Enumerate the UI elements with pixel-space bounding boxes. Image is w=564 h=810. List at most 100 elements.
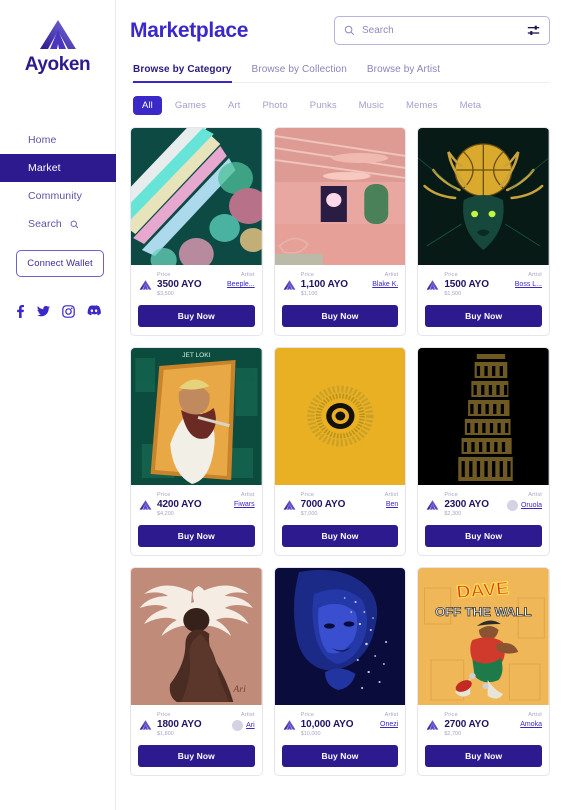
nft-card[interactable]: DAVE OFF THE WALL Price 2700 AYO $2,700 … [417,567,550,776]
buy-now-button[interactable]: Buy Now [281,745,399,767]
pill-music[interactable]: Music [350,96,393,115]
facebook-icon[interactable] [16,305,25,318]
nft-artwork[interactable] [274,568,406,705]
nft-artwork[interactable]: Ari [131,568,262,705]
nft-meta-row: Price 2300 AYO $2,300 Artist Oruola [425,492,542,518]
artist-link[interactable]: Amoka [520,720,542,729]
nft-artwork[interactable] [418,348,549,485]
nft-card[interactable]: Ari Price 1800 AYO $1,800 Artist Ari Buy… [130,567,263,776]
artist-label: Artist [384,272,399,278]
ayoken-price-logo-icon [426,500,439,510]
nft-card[interactable]: JET LOKI Price 4200 AYO $4,200 Artist Fi [130,347,263,556]
price-usd-value: $1,100 [300,291,318,297]
pill-punks[interactable]: Punks [301,96,346,115]
connect-wallet-button[interactable]: Connect Wallet [16,250,104,277]
filter-sliders-icon[interactable] [527,25,540,36]
pill-art[interactable]: Art [219,96,249,115]
sidebar-item-home[interactable]: Home [0,126,115,154]
buy-now-button[interactable]: Buy Now [138,745,255,767]
artist-link[interactable]: Beeple... [227,280,255,289]
buy-now-button[interactable]: Buy Now [281,305,399,327]
nft-grid: Price 3500 AYO $3,500 Artist Beeple... B… [130,127,550,776]
artist-row: Blake K. [372,280,398,289]
buy-now-button[interactable]: Buy Now [425,525,542,547]
nft-card[interactable]: Price 2300 AYO $2,300 Artist Oruola Buy … [417,347,550,556]
price-usd-value: $10,000 [300,731,321,737]
price-label: Price [300,272,315,278]
artist-row: Onezi [380,720,398,729]
artist-link[interactable]: Ari [246,721,255,730]
buy-now-button[interactable]: Buy Now [281,525,399,547]
nft-card[interactable]: Price 7000 AYO $7,000 Artist Ben Buy Now [273,347,407,556]
price-value: 2300 AYO [444,499,489,510]
buy-now-button[interactable]: Buy Now [425,745,542,767]
artist-label: Artist [240,272,255,278]
artist-label: Artist [528,492,542,498]
nft-artwork[interactable]: DAVE OFF THE WALL [418,568,549,705]
price-label: Price [444,272,458,278]
pill-games[interactable]: Games [166,96,215,115]
nft-meta-row: Price 2700 AYO $2,700 Artist Amoka [425,712,542,738]
price-value: 1500 AYO [444,279,489,290]
pill-photo[interactable]: Photo [253,96,296,115]
social-links [0,305,115,318]
app-root: Ayoken Home Market Community Search Conn… [0,0,564,810]
pill-all[interactable]: All [133,96,162,115]
nft-card[interactable]: Price 10,000 AYO $10,000 Artist Onezi Bu… [273,567,407,776]
search-icon [344,25,355,36]
search-input[interactable] [362,25,520,36]
artist-link[interactable]: Ben [386,500,398,509]
tab-browse-by-category[interactable]: Browse by Category [133,64,232,83]
svg-text:JET LOKI: JET LOKI [182,352,210,359]
nft-price-block: Price 10,000 AYO $10,000 [282,712,354,738]
nft-card-body: Price 4200 AYO $4,200 Artist Fiwars Buy … [131,485,262,555]
buy-now-button[interactable]: Buy Now [138,305,255,327]
artist-link[interactable]: Boss L... [515,280,542,289]
buy-now-button[interactable]: Buy Now [138,525,255,547]
artist-label: Artist [528,272,542,278]
nft-artwork[interactable] [274,348,406,485]
brand[interactable]: Ayoken [0,14,115,76]
sidebar-item-search[interactable]: Search [0,210,115,238]
search-icon [70,220,79,228]
discord-icon[interactable] [87,305,101,318]
sidebar-item-community[interactable]: Community [0,182,115,210]
sidebar-nav: Home Market Community Search [0,126,116,238]
pill-meta[interactable]: Meta [451,96,491,115]
nft-card-body: Price 3500 AYO $3,500 Artist Beeple... B… [131,265,262,335]
category-pills: All Games Art Photo Punks Music Memes Me… [130,96,550,115]
sidebar-item-market[interactable]: Market [0,154,116,182]
nft-price-block: Price 2300 AYO $2,300 [425,492,489,518]
twitter-icon[interactable] [37,305,50,318]
artist-link[interactable]: Fiwars [234,500,255,509]
nft-price-block: Price 3500 AYO $3,500 [138,272,202,298]
nft-artwork[interactable] [131,128,262,265]
pill-memes[interactable]: Memes [397,96,447,115]
nft-artist-block: Artist Beeple... [227,272,255,289]
buy-now-button[interactable]: Buy Now [425,305,542,327]
svg-text:Ari: Ari [232,685,246,695]
artist-row: Fiwars [234,500,255,509]
price-usd-value: $7,000 [300,511,318,517]
nft-meta-row: Price 3500 AYO $3,500 Artist Beeple... [138,272,255,298]
nft-card-body: Price 1,100 AYO $1,100 Artist Blake K. B… [275,265,406,335]
nft-artwork[interactable] [418,128,549,265]
price-value: 4200 AYO [157,499,202,510]
nft-card[interactable]: Price 1,100 AYO $1,100 Artist Blake K. B… [273,127,407,336]
nft-card-body: Price 10,000 AYO $10,000 Artist Onezi Bu… [275,705,406,775]
tab-browse-by-collection[interactable]: Browse by Collection [252,64,347,83]
instagram-icon[interactable] [62,305,75,318]
artist-link[interactable]: Onezi [380,720,398,729]
nft-card[interactable]: Price 1500 AYO $1,500 Artist Boss L... B… [417,127,550,336]
artist-link[interactable]: Oruola [521,501,542,510]
nft-artwork[interactable] [274,128,406,265]
search-box[interactable] [334,16,550,45]
price-usd-value: $1,800 [157,731,174,737]
svg-text:OFF THE WALL: OFF THE WALL [435,605,532,618]
artist-link[interactable]: Blake K. [372,280,398,289]
artist-label: Artist [384,712,399,718]
nft-price-block: Price 7000 AYO $7,000 [282,492,345,518]
nft-card[interactable]: Price 3500 AYO $3,500 Artist Beeple... B… [130,127,263,336]
nft-artwork[interactable]: JET LOKI [131,348,262,485]
tab-browse-by-artist[interactable]: Browse by Artist [367,64,440,83]
